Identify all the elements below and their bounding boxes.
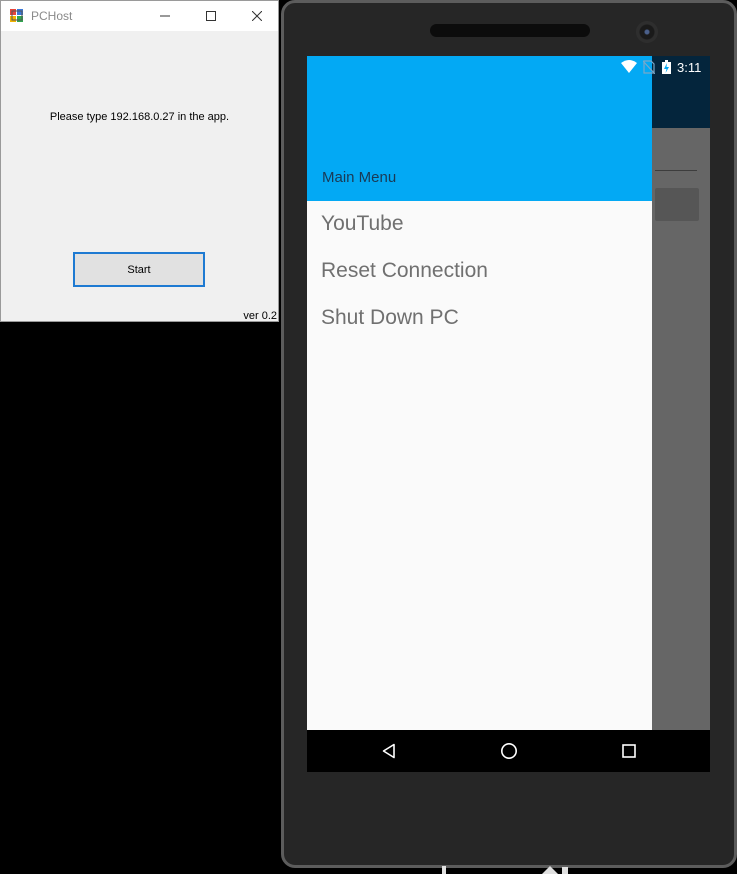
emulator-toolbar-glyphs	[442, 866, 568, 874]
maximize-icon	[206, 11, 216, 21]
home-button[interactable]	[499, 741, 519, 761]
android-nav-bar	[307, 730, 710, 772]
close-button[interactable]	[234, 1, 280, 31]
maximize-button[interactable]	[188, 1, 234, 31]
speaker-grille	[430, 24, 590, 37]
minimize-button[interactable]	[142, 1, 188, 31]
pchost-window: PCHost Please type 192.168.0.27 in the a…	[0, 0, 279, 322]
wifi-icon	[621, 60, 637, 79]
back-button[interactable]	[379, 741, 399, 761]
drawer-header-title: Main Menu	[322, 169, 397, 186]
drawer-item-reset-connection[interactable]: Reset Connection	[307, 248, 652, 295]
home-icon	[501, 743, 517, 759]
instruction-message: Please type 192.168.0.27 in the app.	[49, 111, 230, 123]
drawer-menu-list: YouTube Reset Connection Shut Down PC	[307, 201, 652, 342]
window-title: PCHost	[31, 9, 73, 23]
drawer-item-youtube[interactable]: YouTube	[307, 201, 652, 248]
camera-icon	[636, 21, 658, 43]
version-label: ver 0.2	[243, 310, 277, 322]
app-icon	[10, 9, 24, 23]
recents-button[interactable]	[619, 741, 639, 761]
navigation-drawer: Main Menu YouTube Reset Connection Shut …	[307, 56, 652, 730]
status-time: 3:11	[677, 60, 702, 75]
status-bar: 3:11	[307, 56, 710, 80]
battery-charging-icon	[662, 60, 671, 79]
minimize-icon	[160, 15, 170, 17]
no-sim-icon	[642, 60, 656, 79]
window-titlebar[interactable]: PCHost	[1, 1, 278, 31]
back-icon	[382, 743, 395, 759]
recents-icon	[622, 744, 636, 758]
start-button[interactable]: Start	[73, 252, 205, 287]
close-icon	[252, 11, 262, 21]
drawer-item-shut-down-pc[interactable]: Shut Down PC	[307, 295, 652, 342]
phone-screen: 3:11 Main Menu YouTube Reset Connection …	[307, 56, 710, 772]
